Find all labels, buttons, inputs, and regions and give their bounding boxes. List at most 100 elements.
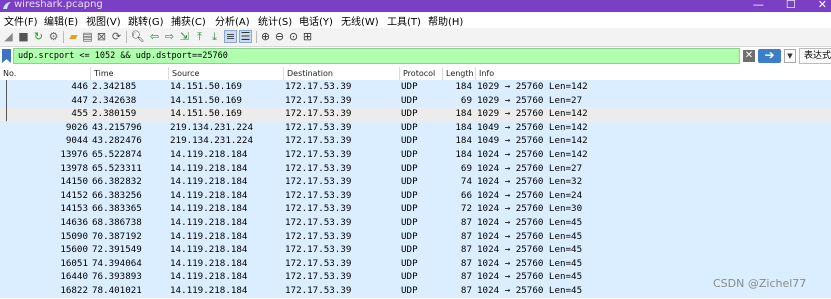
menu-help[interactable]: 帮助(H) xyxy=(428,13,463,28)
resize-columns-icon[interactable]: ⊞ xyxy=(301,30,314,43)
start-capture-icon[interactable]: ◢ xyxy=(2,30,15,43)
zoom-in-icon[interactable]: ⊕ xyxy=(259,30,272,43)
cell-time: 2.380159 xyxy=(92,108,137,120)
table-row[interactable]: 14636 68.386738 14.119.218.184 172.17.53.39… xyxy=(0,216,831,230)
menu-tools[interactable]: 工具(T) xyxy=(387,13,421,28)
colorize-icon[interactable]: ☰ xyxy=(239,30,252,43)
go-back-icon[interactable]: ⇦ xyxy=(148,30,161,43)
table-row[interactable]: 16822 78.401021 14.119.218.184 172.17.53.39… xyxy=(0,284,831,298)
cell-no: 14152 xyxy=(60,189,88,201)
clear-filter-icon[interactable]: ✕ xyxy=(743,50,755,62)
column-length[interactable]: Length xyxy=(442,67,475,80)
go-forward-icon[interactable]: ⇨ xyxy=(163,30,176,43)
table-row-selected[interactable]: 455 2.380159 14.151.50.169 172.17.53.39 UDP 1… xyxy=(0,107,831,121)
expression-button[interactable]: 表达式… xyxy=(799,48,831,64)
table-row[interactable]: 9026 43.215796 219.134.231.224 172.17.53.39… xyxy=(0,120,831,135)
title-bar: wireshark.pcapng — ☐ ✕ xyxy=(0,0,831,12)
go-last-icon[interactable]: ⤓ xyxy=(208,30,221,43)
column-info[interactable]: Info xyxy=(475,67,831,80)
table-row[interactable]: 16051 74.394064 14.119.218.184 172.17.53.39… xyxy=(0,256,831,271)
cell-no: 13978 xyxy=(60,162,88,174)
go-to-packet-icon[interactable]: ⇲ xyxy=(178,30,191,43)
reload-file-icon[interactable]: ⟳ xyxy=(110,30,123,43)
cell-time: 66.382832 xyxy=(92,176,142,188)
cell-proto: UDP xyxy=(401,285,418,296)
column-no[interactable]: No. xyxy=(0,67,90,80)
cell-proto: UDP xyxy=(401,149,418,160)
save-file-icon[interactable]: ▤ xyxy=(81,30,94,43)
cell-time: 66.383365 xyxy=(92,203,142,215)
close-window-button[interactable]: ✕ xyxy=(818,0,827,11)
menu-statistics[interactable]: 统计(S) xyxy=(258,13,292,28)
table-row[interactable]: 13978 65.523311 14.119.218.184 172.17.53.39… xyxy=(0,161,831,176)
cell-src: 14.119.218.184 xyxy=(170,285,248,296)
column-source[interactable]: Source xyxy=(168,67,283,80)
restart-capture-icon[interactable]: ↻ xyxy=(32,30,45,43)
menu-telephony[interactable]: 电话(Y) xyxy=(299,13,333,28)
menu-file[interactable]: 文件(F) xyxy=(4,13,38,28)
cell-len: 74 xyxy=(460,176,472,188)
cell-time: 43.215796 xyxy=(92,121,142,133)
menu-go[interactable]: 跳转(G) xyxy=(128,13,164,28)
table-row[interactable]: 446 2.342185 14.151.50.169 172.17.53.39 UDP 1… xyxy=(0,80,831,94)
cell-info: 1024 → 25760 Len=32 xyxy=(477,176,583,188)
cell-len: 87 xyxy=(460,257,472,269)
apply-filter-icon[interactable]: ➔ xyxy=(758,49,781,63)
cell-time: 70.387192 xyxy=(92,230,142,242)
cell-info: 1024 → 25760 Len=45 xyxy=(477,230,583,242)
column-time[interactable]: Time xyxy=(90,67,168,80)
cell-info: 1049 → 25760 Len=142 xyxy=(477,121,588,133)
table-row[interactable]: 447 2.342638 14.151.50.169 172.17.53.39 UDP 6… xyxy=(0,93,831,108)
cell-proto: UDP xyxy=(401,108,418,120)
filter-history-dropdown-icon[interactable]: ▼ xyxy=(784,49,796,63)
find-packet-icon[interactable]: 🔍︎ xyxy=(131,30,145,43)
table-row[interactable]: 14150 66.382832 14.119.218.184 172.17.53.39… xyxy=(0,175,831,189)
table-row[interactable]: 15600 72.391549 14.119.218.184 172.17.53.39… xyxy=(0,243,831,257)
window-title: wireshark.pcapng xyxy=(14,0,103,10)
menu-capture[interactable]: 捕获(C) xyxy=(171,13,206,28)
minimize-button[interactable]: — xyxy=(753,0,764,11)
autoscroll-icon[interactable]: ≡ xyxy=(224,30,237,43)
cell-len: 184 xyxy=(455,81,472,92)
table-row[interactable]: 13976 65.522874 14.119.218.184 172.17.53.39… xyxy=(0,148,831,162)
cell-proto: UDP xyxy=(401,217,418,228)
menu-analyze[interactable]: 分析(A) xyxy=(215,13,250,28)
main-toolbar: ◢ ■ ↻ ⚙ ▰ ▤ ⊠ ⟳ 🔍︎ ⇦ ⇨ ⇲ ⤒ ⤓ ≡ ☰ ⊕ ⊖ ⊙ ⊞ xyxy=(0,28,831,47)
cell-dst: 172.17.53.39 xyxy=(285,285,352,296)
go-first-icon[interactable]: ⤒ xyxy=(193,30,206,43)
cell-len: 184 xyxy=(455,108,472,120)
packet-list: 446 2.342185 14.151.50.169 172.17.53.39 UDP 1… xyxy=(0,80,831,299)
display-filter-input[interactable]: udp.srcport <= 1052 && udp.dstport==2576… xyxy=(13,48,740,64)
cell-no: 16440 xyxy=(60,271,88,283)
cell-time: 68.386738 xyxy=(92,217,142,228)
maximize-button[interactable]: ☐ xyxy=(786,0,796,11)
cell-src: 14.151.50.169 xyxy=(170,81,242,92)
filter-bookmark-icon[interactable] xyxy=(2,49,11,63)
cell-dst: 172.17.53.39 xyxy=(285,94,352,106)
table-row[interactable]: 16440 76.393893 14.119.218.184 172.17.53.39… xyxy=(0,270,831,284)
column-protocol[interactable]: Protocol xyxy=(399,67,442,80)
table-row[interactable]: 14152 66.383256 14.119.218.184 172.17.53.39… xyxy=(0,188,831,203)
table-row[interactable]: 9044 43.282476 219.134.231.224 172.17.53.39… xyxy=(0,134,831,148)
open-file-icon[interactable]: ▰ xyxy=(67,30,80,43)
capture-options-icon[interactable]: ⚙ xyxy=(47,30,60,43)
zoom-normal-icon[interactable]: ⊙ xyxy=(287,30,300,43)
menu-edit[interactable]: 编辑(E) xyxy=(44,13,78,28)
cell-proto: UDP xyxy=(401,121,418,133)
cell-info: 1029 → 25760 Len=142 xyxy=(477,108,588,120)
zoom-out-icon[interactable]: ⊖ xyxy=(273,30,286,43)
stop-capture-icon[interactable]: ■ xyxy=(17,30,30,43)
cell-no: 9026 xyxy=(65,121,88,133)
column-destination[interactable]: Destination xyxy=(283,67,399,80)
close-file-icon[interactable]: ⊠ xyxy=(95,30,108,43)
menu-view[interactable]: 视图(V) xyxy=(86,13,121,28)
cell-len: 87 xyxy=(460,285,472,296)
cell-time: 43.282476 xyxy=(92,135,142,147)
table-row[interactable]: 15090 70.387192 14.119.218.184 172.17.53.39… xyxy=(0,229,831,244)
cell-src: 219.134.231.224 xyxy=(170,121,253,133)
cell-time: 66.383256 xyxy=(92,189,142,201)
menu-wireless[interactable]: 无线(W) xyxy=(341,13,379,28)
table-row[interactable]: 14153 66.383365 14.119.218.184 172.17.53.39… xyxy=(0,202,831,216)
cell-dst: 172.17.53.39 xyxy=(285,257,352,269)
cell-info: 1029 → 25760 Len=142 xyxy=(477,81,588,92)
